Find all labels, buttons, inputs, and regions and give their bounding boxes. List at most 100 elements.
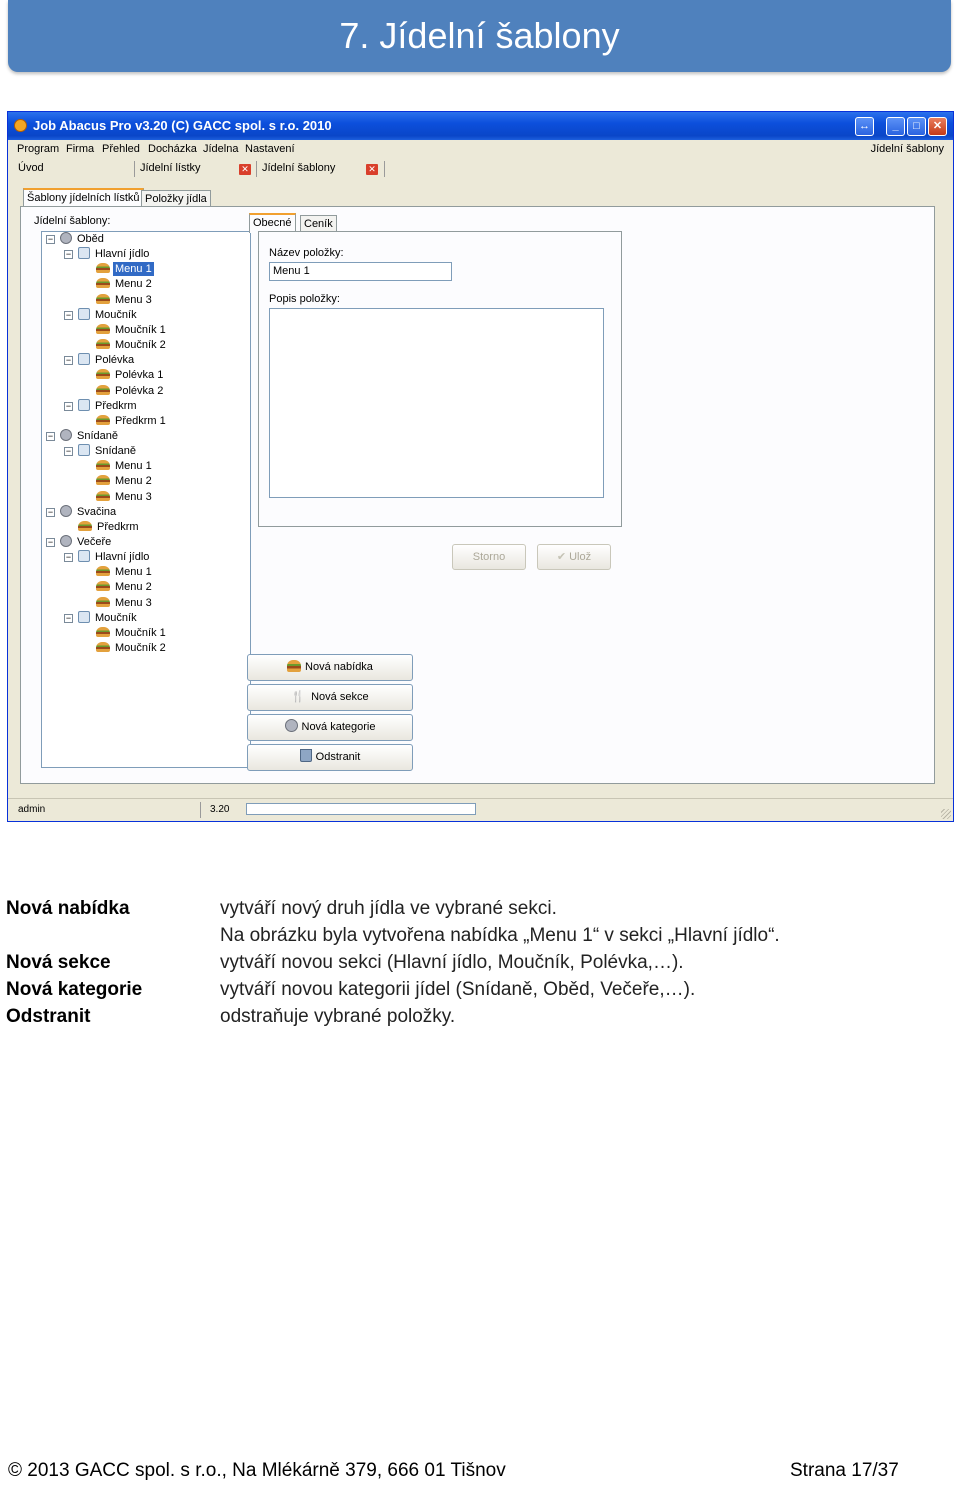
tree-node-category[interactable]: − Snídaně [46, 428, 120, 443]
new-category-button[interactable]: Nová kategorie [247, 714, 413, 741]
collapse-icon[interactable]: − [46, 431, 55, 441]
tree-node-item[interactable]: Moučník 2 [96, 641, 168, 655]
menu-nastaveni[interactable]: Nastavení [245, 143, 295, 155]
tree-node-label: Menu 3 [115, 490, 152, 503]
tree-node-item[interactable]: Moučník 2 [96, 338, 168, 352]
burger-icon [96, 414, 110, 425]
tree-node-item[interactable]: Menu 1 [96, 565, 154, 579]
tree-node-item[interactable]: Menu 2 [96, 580, 154, 594]
cancel-button[interactable]: Storno [452, 544, 526, 570]
desc-new-category: vytváří novou kategorii jídel (Snídaně, … [220, 979, 696, 1000]
collapse-icon[interactable]: − [64, 310, 73, 320]
tree-node-item[interactable]: Menu 3 [96, 596, 154, 610]
tree-node-label: Svačina [77, 505, 117, 518]
tree-node-item[interactable]: Polévka 1 [96, 368, 165, 382]
cutlery-icon [78, 307, 90, 320]
tree-node-category[interactable]: − Oběd [46, 232, 106, 246]
tree-node-item[interactable]: Menu 3 [96, 490, 154, 504]
cutlery-icon [78, 550, 90, 563]
tree-node-section[interactable]: − Snídaně [64, 444, 138, 458]
tree-node-item[interactable]: Menu 1 [96, 459, 154, 473]
collapse-icon[interactable]: − [64, 401, 73, 411]
close-icon[interactable]: ✕ [928, 117, 947, 136]
tree-node-label: Menu 3 [115, 293, 152, 306]
tree-node-label: Menu 1 [115, 460, 152, 473]
burger-icon [96, 490, 110, 501]
menu-jidelna[interactable]: Jídelna [203, 143, 238, 155]
collapse-icon[interactable]: − [64, 250, 73, 260]
collapse-icon[interactable]: − [64, 447, 73, 457]
collapse-icon[interactable]: − [64, 553, 73, 563]
burger-icon [96, 339, 110, 350]
new-offer-button[interactable]: Nová nabídka [247, 654, 413, 681]
collapse-icon[interactable]: − [46, 235, 55, 244]
tree-node-category[interactable]: − Večeře [46, 535, 113, 549]
save-button[interactable]: ✔ Ulož [537, 544, 611, 570]
collapse-icon[interactable]: − [64, 613, 73, 623]
menu-program[interactable]: Program [17, 143, 59, 155]
tree-node-category[interactable]: − Svačina [46, 504, 118, 519]
tree-node-section[interactable]: − Předkrm [64, 398, 139, 413]
new-section-label: Nová sekce [311, 691, 369, 703]
tree-node-label: Moučník [95, 611, 137, 624]
footer-page-number: Strana 17/37 [790, 1460, 899, 1481]
tree-node-item[interactable]: Předkrm 1 [96, 414, 168, 428]
tree-node-item[interactable]: Menu 2 [96, 277, 154, 291]
doctab-jidelni-listky[interactable]: Jídelní lístky [140, 162, 201, 174]
status-version: 3.20 [210, 804, 230, 815]
close-tab-icon[interactable]: ✕ [239, 164, 251, 175]
tree-node-item[interactable]: Moučník 1 [96, 626, 168, 640]
collapse-icon[interactable]: − [46, 507, 55, 517]
tree-node-label: Snídaně [77, 429, 118, 442]
app-icon [14, 119, 27, 132]
tree-node-section[interactable]: − Hlavní jídlo [64, 247, 151, 261]
menu-prehled[interactable]: Přehled [102, 143, 140, 155]
tree-node-label: Polévka [95, 354, 135, 367]
templates-panel: Jídelní šablony: − Oběd − Hlavní jídlo Menu … [20, 206, 935, 784]
doctab-uvod[interactable]: Úvod [18, 162, 44, 174]
database-icon [60, 232, 72, 244]
menubar: Program Firma Přehled Docházka Jídelna N… [8, 140, 953, 158]
delete-button[interactable]: Odstranit [247, 744, 413, 771]
resize-grip-icon[interactable] [941, 809, 951, 819]
new-section-button[interactable]: 🍴 Nová sekce [247, 684, 413, 711]
tree-node-label: Hlavní jídlo [95, 551, 150, 564]
tree-node-section[interactable]: − Hlavní jídlo [64, 550, 151, 564]
tree-node-item[interactable]: Menu 1 [96, 262, 154, 277]
menu-dochazka[interactable]: Docházka [148, 143, 197, 155]
maximize-icon[interactable]: □ [907, 117, 926, 136]
close-tab-icon[interactable]: ✕ [366, 164, 378, 175]
item-description-textarea[interactable] [269, 308, 604, 498]
statusbar: admin 3.20 [8, 798, 953, 821]
restore-size-icon[interactable]: ↔ [855, 117, 874, 136]
document-tabs: Úvod Jídelní lístky ✕ Jídelní šablony ✕ [8, 158, 953, 180]
tree-node-item[interactable]: Menu 2 [96, 474, 154, 488]
item-name-input[interactable]: Menu 1 [269, 262, 452, 281]
tab-sablony-jidelnich-listku[interactable]: Šablony jídelních lístků [23, 188, 144, 208]
tree-node-section[interactable]: − Polévka [64, 353, 136, 367]
tree-node-label: Předkrm 1 [115, 414, 166, 427]
tree-node-item[interactable]: Polévka 2 [96, 384, 165, 398]
tree-node-section[interactable]: − Moučník [64, 610, 139, 625]
tab-obecne[interactable]: Obecné [249, 213, 296, 233]
desc-new-offer: vytváří nový druh jídla ve vybrané sekci… [220, 898, 557, 919]
collapse-icon[interactable]: − [64, 356, 73, 366]
burger-icon [78, 520, 92, 531]
tree-node-item[interactable]: Menu 3 [96, 293, 154, 307]
collapse-icon[interactable]: − [46, 538, 55, 547]
burger-icon [96, 460, 110, 471]
burger-icon [96, 626, 110, 637]
tree-node-item[interactable]: Předkrm [78, 520, 141, 534]
template-tree[interactable]: − Oběd − Hlavní jídlo Menu 1 Menu 2 Menu 3− Mou… [41, 231, 251, 768]
doctab-jidelni-sablony[interactable]: Jídelní šablony [262, 162, 335, 174]
tree-node-item[interactable]: Moučník 1 [96, 323, 168, 337]
cancel-button-label: Storno [472, 551, 506, 563]
tree-node-label: Menu 1 [113, 262, 154, 277]
tree-node-section[interactable]: − Moučník [64, 307, 139, 322]
tree-node-label: Předkrm [95, 399, 137, 412]
term-new-section: Nová sekce [6, 952, 111, 973]
burger-icon [96, 642, 110, 653]
minimize-icon[interactable]: _ [886, 117, 905, 136]
save-button-label: Ulož [569, 551, 592, 563]
menu-firma[interactable]: Firma [66, 143, 94, 155]
